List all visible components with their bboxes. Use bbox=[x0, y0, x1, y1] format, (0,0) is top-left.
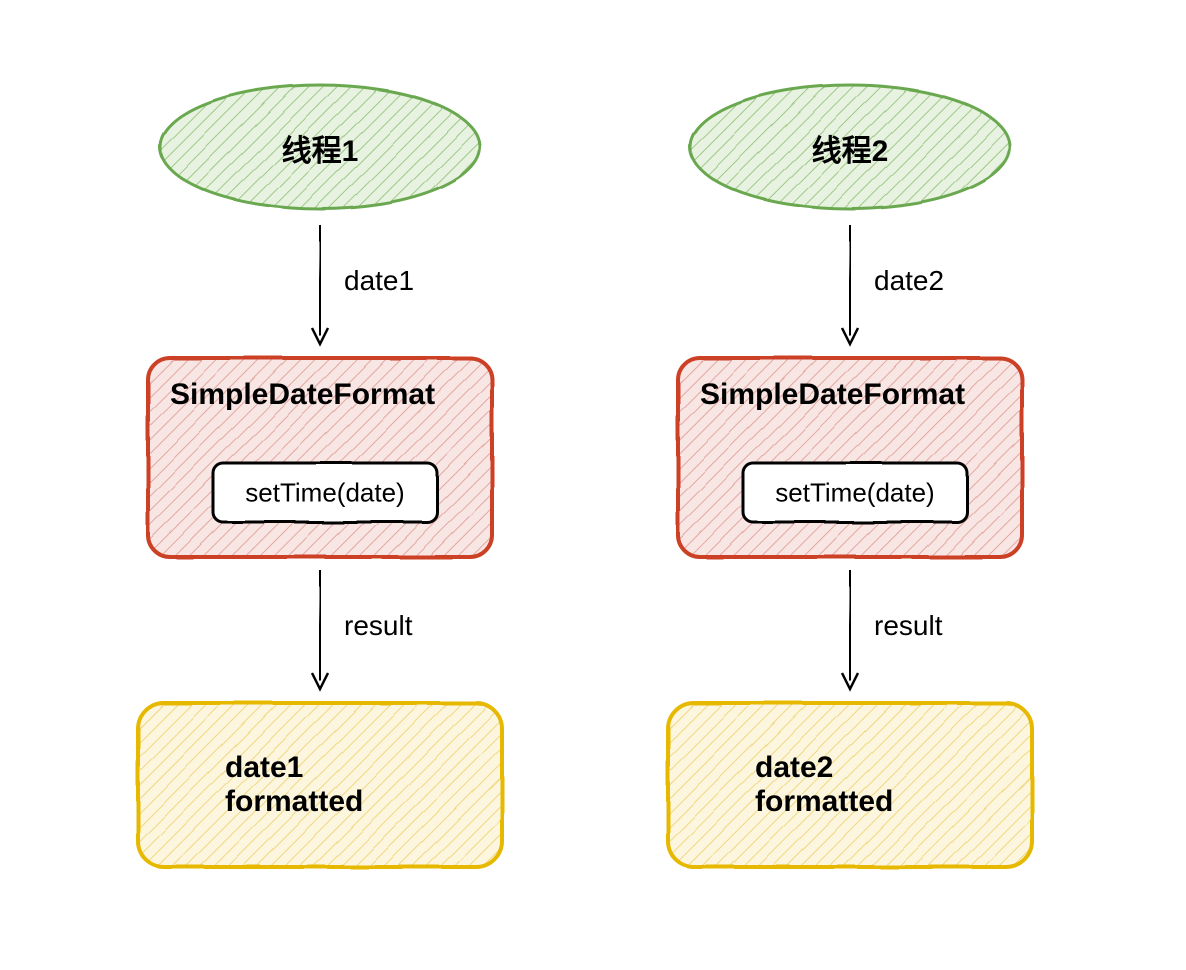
output-label-right: date2 formatted bbox=[755, 751, 945, 819]
edge-result1-label: result bbox=[344, 610, 412, 642]
thread1-label: 线程1 bbox=[282, 126, 359, 170]
edge-date2-label: date2 bbox=[874, 265, 944, 297]
output-box-left: date1 formatted bbox=[130, 695, 510, 875]
settime-box-right: setTime(date) bbox=[740, 460, 970, 525]
edge-result2-label: result bbox=[874, 610, 942, 642]
arrow1-right: date2 bbox=[610, 220, 1090, 350]
thread2-node: 线程2 bbox=[680, 75, 1020, 220]
edge-date1-label: date1 bbox=[344, 265, 414, 297]
sdf-box-left: SimpleDateFormat setTime(date) bbox=[140, 350, 500, 565]
thread2-column: 线程2 date2 SimpleDateFormat setTime(date) bbox=[610, 0, 1090, 875]
output-box-right: date2 formatted bbox=[660, 695, 1040, 875]
sdf-title-right: SimpleDateFormat bbox=[700, 378, 965, 412]
thread2-label: 线程2 bbox=[812, 126, 889, 170]
sdf-box-right: SimpleDateFormat setTime(date) bbox=[670, 350, 1030, 565]
output-label-left: date1 formatted bbox=[225, 751, 415, 819]
thread1-column: 线程1 date1 SimpleDateFormat setTime(date) bbox=[80, 0, 560, 875]
arrow1-left: date1 bbox=[80, 220, 560, 350]
settime-label-right: setTime(date) bbox=[775, 477, 934, 508]
arrow2-right: result bbox=[610, 565, 1090, 695]
arrow2-left: result bbox=[80, 565, 560, 695]
thread1-node: 线程1 bbox=[150, 75, 490, 220]
settime-box-left: setTime(date) bbox=[210, 460, 440, 525]
diagram-canvas: 线程1 date1 SimpleDateFormat setTime(date) bbox=[0, 0, 1186, 970]
sdf-title-left: SimpleDateFormat bbox=[170, 378, 435, 412]
settime-label-left: setTime(date) bbox=[245, 477, 404, 508]
